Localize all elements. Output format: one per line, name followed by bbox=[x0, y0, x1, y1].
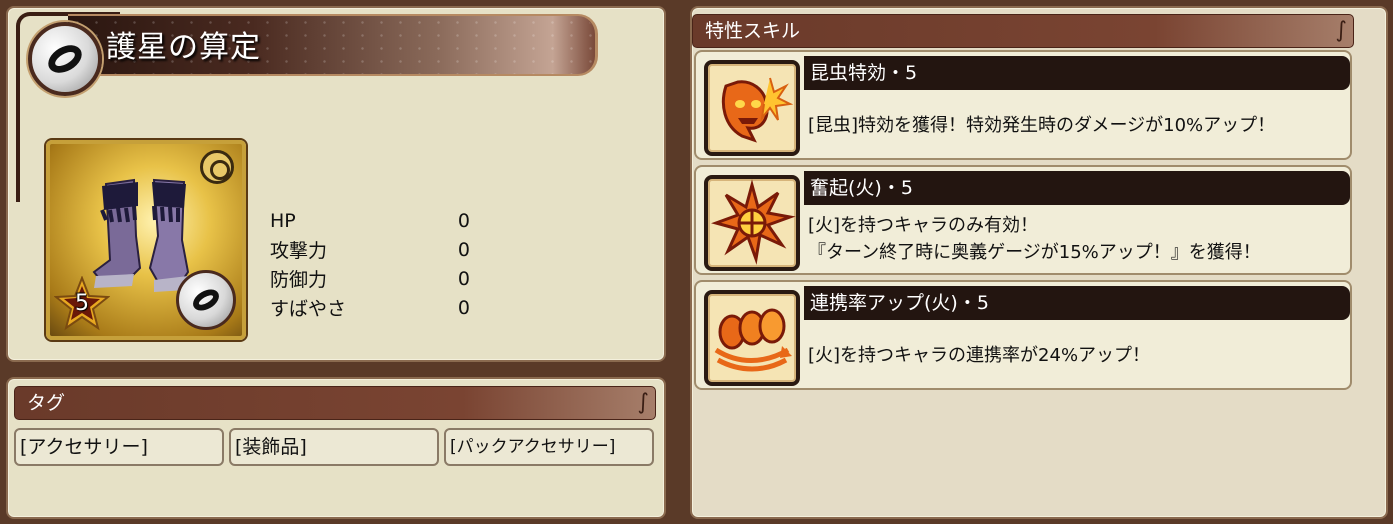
skill-name: 連携率アップ(火)・5 bbox=[804, 286, 1350, 320]
stat-label: すばやさ bbox=[270, 298, 347, 320]
skills-header: 特性スキル ∫ bbox=[692, 14, 1354, 48]
flourish-icon: ∫ bbox=[637, 390, 649, 415]
skill-description: [昆虫]特効を獲得！特効発生時のダメージが10%アップ！ bbox=[808, 115, 1276, 136]
skill-card[interactable]: 奮起(火)・5 [火]を持つキャラのみ有効！ 『ターン終了時に奥義ゲージが15%… bbox=[694, 165, 1352, 275]
stat-value: 0 bbox=[457, 209, 470, 232]
ring-emblem-small-icon bbox=[176, 270, 236, 330]
item-detail-panel: 護星の算定 5 HP 0 攻撃力 0 防御力 0 すばやさ 0 bbox=[6, 6, 666, 362]
stat-row-speed: すばやさ 0 bbox=[270, 293, 470, 322]
ring-emblem-icon bbox=[28, 22, 102, 96]
item-card[interactable]: 5 bbox=[46, 140, 246, 340]
skill-name: 昆虫特効・5 bbox=[804, 56, 1350, 90]
stat-value: 0 bbox=[457, 296, 470, 319]
stat-row-hp: HP 0 bbox=[270, 206, 470, 235]
item-title: 護星の算定 bbox=[106, 30, 261, 65]
fire-combo-icon bbox=[704, 290, 800, 386]
skill-name: 奮起(火)・5 bbox=[804, 171, 1350, 205]
fire-burst-icon bbox=[704, 175, 800, 271]
stat-label: HP bbox=[270, 209, 296, 232]
flourish-icon: ∫ bbox=[1335, 18, 1347, 43]
tags-header-label: タグ bbox=[27, 392, 66, 414]
skill-description: [火]を持つキャラの連携率が24%アップ！ bbox=[808, 345, 1151, 366]
stat-row-defense: 防御力 0 bbox=[270, 264, 470, 293]
tag-accessory[interactable]: [アクセサリー] bbox=[14, 428, 224, 466]
stat-value: 0 bbox=[457, 238, 470, 261]
tag-back-accessory[interactable]: [パックアクセサリー] bbox=[444, 428, 654, 466]
tags-header: タグ ∫ bbox=[14, 386, 656, 420]
skill-card[interactable]: 昆虫特効・5 [昆虫]特効を獲得！特効発生時のダメージが10%アップ！ bbox=[694, 50, 1352, 160]
skill-card[interactable]: 連携率アップ(火)・5 [火]を持つキャラの連携率が24%アップ！ bbox=[694, 280, 1352, 390]
rarity-star-badge: 5 bbox=[53, 275, 111, 332]
stat-label: 防御力 bbox=[270, 269, 328, 291]
tag-ornament[interactable]: [装飾品] bbox=[229, 428, 439, 466]
skill-description: [火]を持つキャラのみ有効！ bbox=[808, 215, 1039, 236]
skills-header-label: 特性スキル bbox=[705, 20, 801, 42]
demon-flame-icon bbox=[704, 60, 800, 156]
stat-row-attack: 攻撃力 0 bbox=[270, 235, 470, 264]
skill-description-line2: 『ターン終了時に奥義ゲージが15%アップ！』を獲得！ bbox=[808, 242, 1261, 263]
stat-value: 0 bbox=[457, 267, 470, 290]
stat-label: 攻撃力 bbox=[270, 240, 328, 262]
stats-list: HP 0 攻撃力 0 防御力 0 すばやさ 0 bbox=[270, 206, 470, 322]
rarity-number: 5 bbox=[75, 291, 89, 316]
